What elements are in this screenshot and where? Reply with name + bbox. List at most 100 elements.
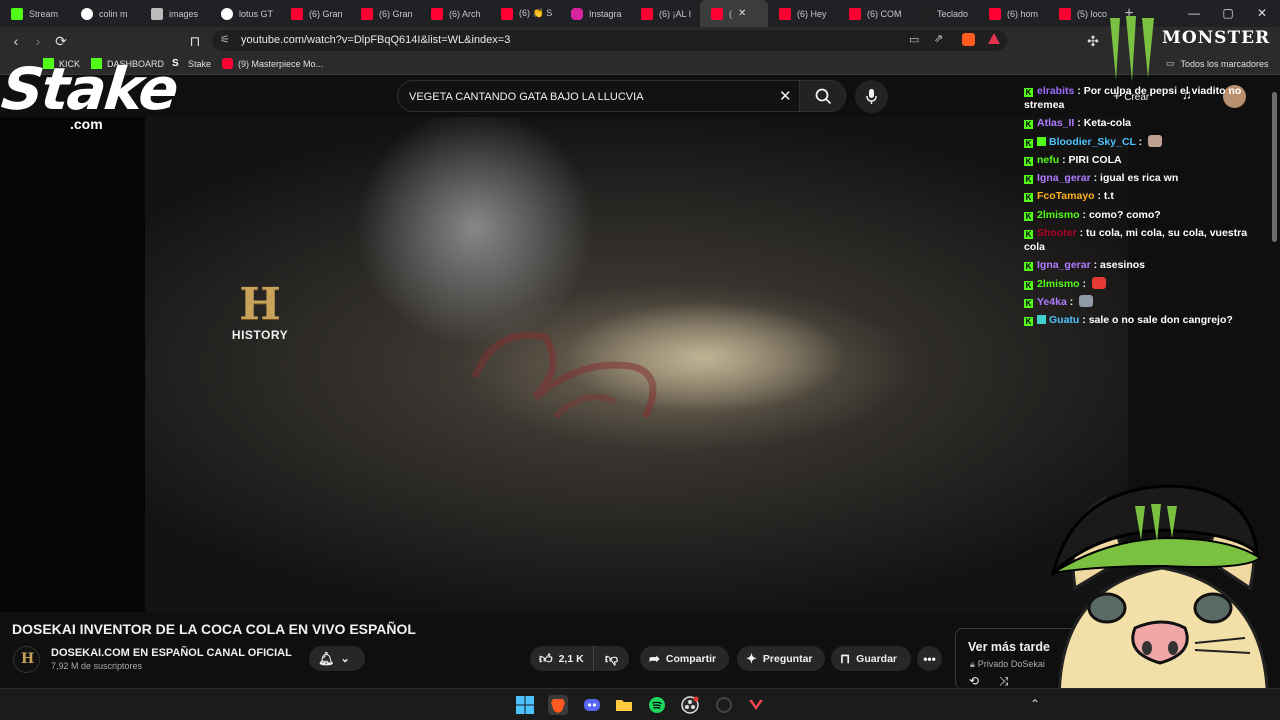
file-explorer-icon[interactable]	[614, 695, 634, 715]
chat-message: K Shooter : tu cola, mi cola, su cola, vu…	[1024, 227, 1248, 254]
youtube-icon	[711, 7, 723, 20]
monster-energy-logo: MONSTER	[1100, 14, 1278, 86]
channel-avatar[interactable]: H	[13, 646, 40, 673]
kick-badge-icon: K	[1024, 317, 1033, 327]
clear-search-icon[interactable]: ✕	[779, 87, 792, 105]
chat-message: K Igna_gerar : igual es rica wn	[1024, 172, 1179, 185]
loop-icon[interactable]: ⟲	[969, 674, 979, 688]
chat-username[interactable]: Bloodier_Sky_CL	[1049, 136, 1136, 148]
valorant-icon[interactable]	[746, 695, 766, 715]
chat-username[interactable]: Ye4ka	[1037, 296, 1067, 308]
subscriber-count: 7,92 M de suscriptores	[51, 661, 143, 671]
chat-text: PIRI COLA	[1068, 153, 1122, 166]
youtube-icon	[641, 7, 653, 20]
voice-search-button[interactable]	[855, 80, 888, 113]
monster-claw-icon	[1110, 16, 1154, 82]
chat-badge-icon	[1037, 315, 1046, 325]
tab[interactable]: (6) Hey	[768, 0, 838, 27]
cast-icon[interactable]: ▭	[909, 33, 919, 46]
forward-icon[interactable]: ›	[29, 32, 47, 50]
chevron-down-icon: ⌄	[340, 653, 350, 665]
save-button[interactable]: ⊓ Guardar	[831, 646, 911, 671]
chevron-up-icon[interactable]: ⌃	[1030, 697, 1040, 711]
bookmark-save-icon: ⊓	[840, 650, 851, 666]
tab[interactable]: Stream	[0, 0, 70, 27]
chat-username[interactable]: Shooter	[1037, 227, 1077, 239]
tab[interactable]: (6) COM	[838, 0, 908, 27]
like-button[interactable]: 👍︎ 2,1 K	[530, 646, 594, 671]
ask-button[interactable]: ✦ Preguntar	[737, 646, 825, 671]
stream-chat-overlay: Kelrabits : Por culpa de pepsi el viadit…	[1024, 84, 1269, 332]
chat-username[interactable]: Igna_gerar	[1037, 172, 1091, 184]
tab[interactable]: (6) Arch	[420, 0, 490, 27]
history-channel-logo: H HISTORY	[231, 279, 289, 343]
tab[interactable]: Instagra	[560, 0, 630, 27]
shuffle-icon[interactable]: ⤨	[999, 674, 1009, 689]
youtube-icon	[361, 7, 373, 20]
chat-emote-icon	[1091, 276, 1106, 289]
discord-icon[interactable]	[582, 695, 602, 715]
more-actions-button[interactable]: •••	[917, 646, 942, 671]
search-button[interactable]	[799, 80, 846, 112]
tab[interactable]: lotus GT	[210, 0, 280, 27]
browser-toolbar: ‹ › ⟳ ⊓ ⚟ youtube.com/watch?v=DlpFBqQ614…	[0, 27, 1280, 54]
chat-username[interactable]: 2lmismo	[1037, 278, 1080, 290]
address-bar[interactable]: ⚟ youtube.com/watch?v=DlpFBqQ614I&list=W…	[212, 30, 1007, 51]
dislike-button[interactable]: 👎︎	[594, 646, 629, 671]
chat-username[interactable]: Igna_gerar	[1037, 259, 1091, 271]
bookmark-masterpiece[interactable]: (9) Masterpiece Mo...	[222, 58, 323, 69]
share-icon[interactable]: ⇗	[934, 32, 943, 45]
bookmark-icon[interactable]: ⊓	[186, 32, 204, 50]
chat-username[interactable]: Guatu	[1049, 314, 1079, 326]
spotify-icon[interactable]	[647, 695, 667, 715]
app-icon[interactable]	[714, 695, 734, 715]
kick-icon	[11, 7, 23, 20]
close-tab-icon[interactable]: ✕	[738, 8, 746, 19]
search-input[interactable]: VEGETA CANTANDO GATA BAJO LA LLUCVIA ✕	[397, 80, 805, 112]
tab[interactable]: (6) ¡AL I	[630, 0, 700, 27]
chat-text: asesinos	[1100, 259, 1145, 272]
tab[interactable]: (6) Gran	[350, 0, 420, 27]
windows-start-icon[interactable]	[515, 695, 535, 715]
kick-badge-icon: K	[1024, 280, 1033, 290]
tab[interactable]: colin m	[70, 0, 140, 27]
chat-text: sale o no sale don cangrejo?	[1088, 314, 1233, 327]
google-icon	[81, 7, 93, 20]
chat-text: igual es rica wn	[1100, 172, 1179, 185]
tab-active[interactable]: (✕	[700, 0, 768, 27]
chat-text: como? como?	[1088, 208, 1161, 221]
chat-message: Knefu : PIRI COLA	[1024, 153, 1122, 166]
chat-message: K Bloodier_Sky_CL :	[1024, 134, 1269, 149]
tab[interactable]: images	[140, 0, 210, 27]
url-text: youtube.com/watch?v=DlpFBqQ614I&list=WL&…	[241, 34, 511, 46]
tab[interactable]: (6) hom	[978, 0, 1048, 27]
chat-username[interactable]: Atlas_II	[1037, 117, 1074, 129]
kick-badge-icon: K	[1024, 175, 1033, 185]
brave-browser-icon[interactable]	[548, 695, 568, 715]
brave-rewards-icon[interactable]	[988, 33, 1000, 44]
site-settings-icon[interactable]: ⚟	[220, 33, 230, 46]
chat-username[interactable]: nefu	[1037, 154, 1059, 166]
kick-badge-icon: K	[1024, 88, 1033, 97]
lock-icon: 🔒︎	[970, 659, 975, 669]
tab[interactable]: (6) 👏 S	[490, 0, 560, 27]
back-icon[interactable]: ‹	[7, 32, 25, 50]
chat-username[interactable]: FcoTamayo	[1037, 190, 1095, 202]
scrollbar-thumb[interactable]	[1272, 92, 1277, 242]
brave-shields-icon[interactable]	[962, 33, 975, 46]
tab[interactable]: (6) Gran	[280, 0, 350, 27]
channel-name[interactable]: DOSEKAI.COM EN ESPAÑOL CANAL OFICIAL	[51, 647, 292, 659]
chat-username[interactable]: 2lmismo	[1037, 209, 1080, 221]
chat-message: K Ye4ka :	[1024, 294, 1269, 309]
chat-username[interactable]: elrabits	[1037, 85, 1074, 97]
subscription-bell-button[interactable]: 🔔︎ ⌄	[309, 646, 365, 671]
thumbs-down-icon: 👎︎	[604, 650, 619, 666]
windows-taskbar: ⌃	[0, 688, 1280, 720]
obs-icon[interactable]	[680, 695, 700, 715]
share-button[interactable]: ➦ Compartir	[640, 646, 729, 671]
reload-icon[interactable]: ⟳	[52, 32, 70, 50]
tab[interactable]: Teclado	[908, 0, 978, 27]
video-player[interactable]: H HISTORY	[0, 117, 1128, 612]
channel-h-icon: H	[21, 651, 35, 667]
kick-badge-icon: K	[1024, 193, 1033, 203]
